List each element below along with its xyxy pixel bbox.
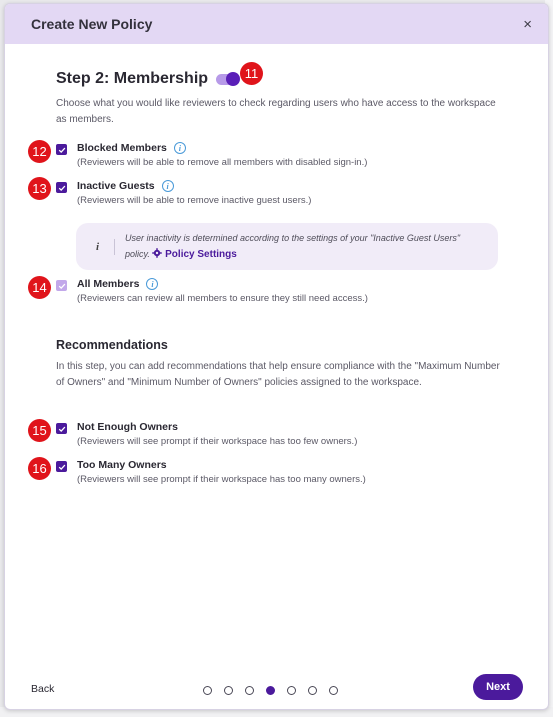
back-button[interactable]: Back [31, 683, 54, 695]
item-description: (Reviewers will see prompt if their work… [77, 474, 366, 485]
annotation-badge: 16 [28, 457, 51, 480]
toggle-knob [226, 71, 241, 86]
note-divider [114, 238, 115, 255]
recommendations-title: Recommendations [56, 338, 168, 352]
annotation-badge: 14 [28, 276, 51, 299]
policy-settings-link[interactable]: Policy Settings [152, 248, 237, 260]
info-icon[interactable]: i [173, 142, 186, 154]
annotation-badge: 15 [28, 419, 51, 442]
checkbox-too-many-owners[interactable] [56, 461, 67, 472]
step-dot-6[interactable] [308, 686, 317, 695]
step-header: Step 2: Membership [56, 70, 241, 88]
item-label: All Members [77, 278, 140, 290]
close-icon[interactable]: × [523, 17, 532, 32]
annotation-badge: 13 [28, 177, 51, 200]
recommendations-description: In this step, you can add recommendation… [56, 361, 500, 388]
annotation-badge: 11 [240, 62, 263, 85]
item-description: (Reviewers will be able to remove all me… [77, 157, 368, 168]
check-icon [58, 147, 65, 153]
checkbox-item-not-enough-owners[interactable]: Not Enough Owners (Reviewers will see pr… [56, 421, 357, 447]
create-policy-dialog: Create New Policy × Step 2: Membership 1… [4, 3, 549, 710]
step-dot-2[interactable] [224, 686, 233, 695]
item-label: Blocked Members [77, 142, 167, 154]
checkbox-item-blocked-members[interactable]: Blocked Members i (Reviewers will be able… [56, 142, 367, 168]
check-icon [58, 426, 65, 432]
checkbox-all-members[interactable] [56, 280, 67, 291]
item-label: Not Enough Owners [77, 421, 178, 433]
info-i-icon: i [96, 240, 100, 253]
checkbox-not-enough-owners[interactable] [56, 423, 67, 434]
checkbox-item-all-members[interactable]: All Members i (Reviewers can review all m… [56, 278, 368, 304]
inactivity-note: i User inactivity is determined accordin… [76, 223, 498, 270]
step-dot-4[interactable] [266, 686, 275, 695]
gear-icon [152, 248, 163, 258]
step-dot-7[interactable] [329, 686, 338, 695]
step-description: Choose what you would like reviewers to … [56, 98, 496, 125]
policy-settings-label: Policy Settings [165, 249, 237, 260]
step-dot-5[interactable] [287, 686, 296, 695]
check-icon [58, 283, 65, 289]
annotation-badge: 12 [28, 140, 51, 163]
membership-toggle[interactable] [216, 71, 241, 86]
step-dot-1[interactable] [203, 686, 212, 695]
item-description: (Reviewers will see prompt if their work… [77, 436, 358, 447]
step-title: Step 2: Membership [56, 70, 209, 87]
dialog-header: Create New Policy × [5, 4, 548, 44]
dialog-title: Create New Policy [31, 16, 153, 32]
checkbox-item-inactive-guests[interactable]: Inactive Guests i (Reviewers will be able… [56, 180, 311, 206]
checkbox-blocked-members[interactable] [56, 144, 67, 155]
item-label: Too Many Owners [77, 459, 167, 471]
info-icon[interactable]: i [146, 278, 159, 290]
check-icon [58, 185, 65, 191]
item-description: (Reviewers can review all members to ens… [77, 293, 368, 304]
item-description: (Reviewers will be able to remove inacti… [77, 195, 312, 206]
dialog-footer: Back Next [5, 659, 548, 709]
item-label: Inactive Guests [77, 180, 155, 192]
info-icon[interactable]: i [161, 180, 174, 192]
checkbox-inactive-guests[interactable] [56, 182, 67, 193]
step-dot-3[interactable] [245, 686, 254, 695]
next-button[interactable]: Next [473, 674, 523, 700]
check-icon [58, 464, 65, 470]
step-indicator [203, 686, 350, 695]
checkbox-item-too-many-owners[interactable]: Too Many Owners (Reviewers will see prom… [56, 459, 366, 485]
